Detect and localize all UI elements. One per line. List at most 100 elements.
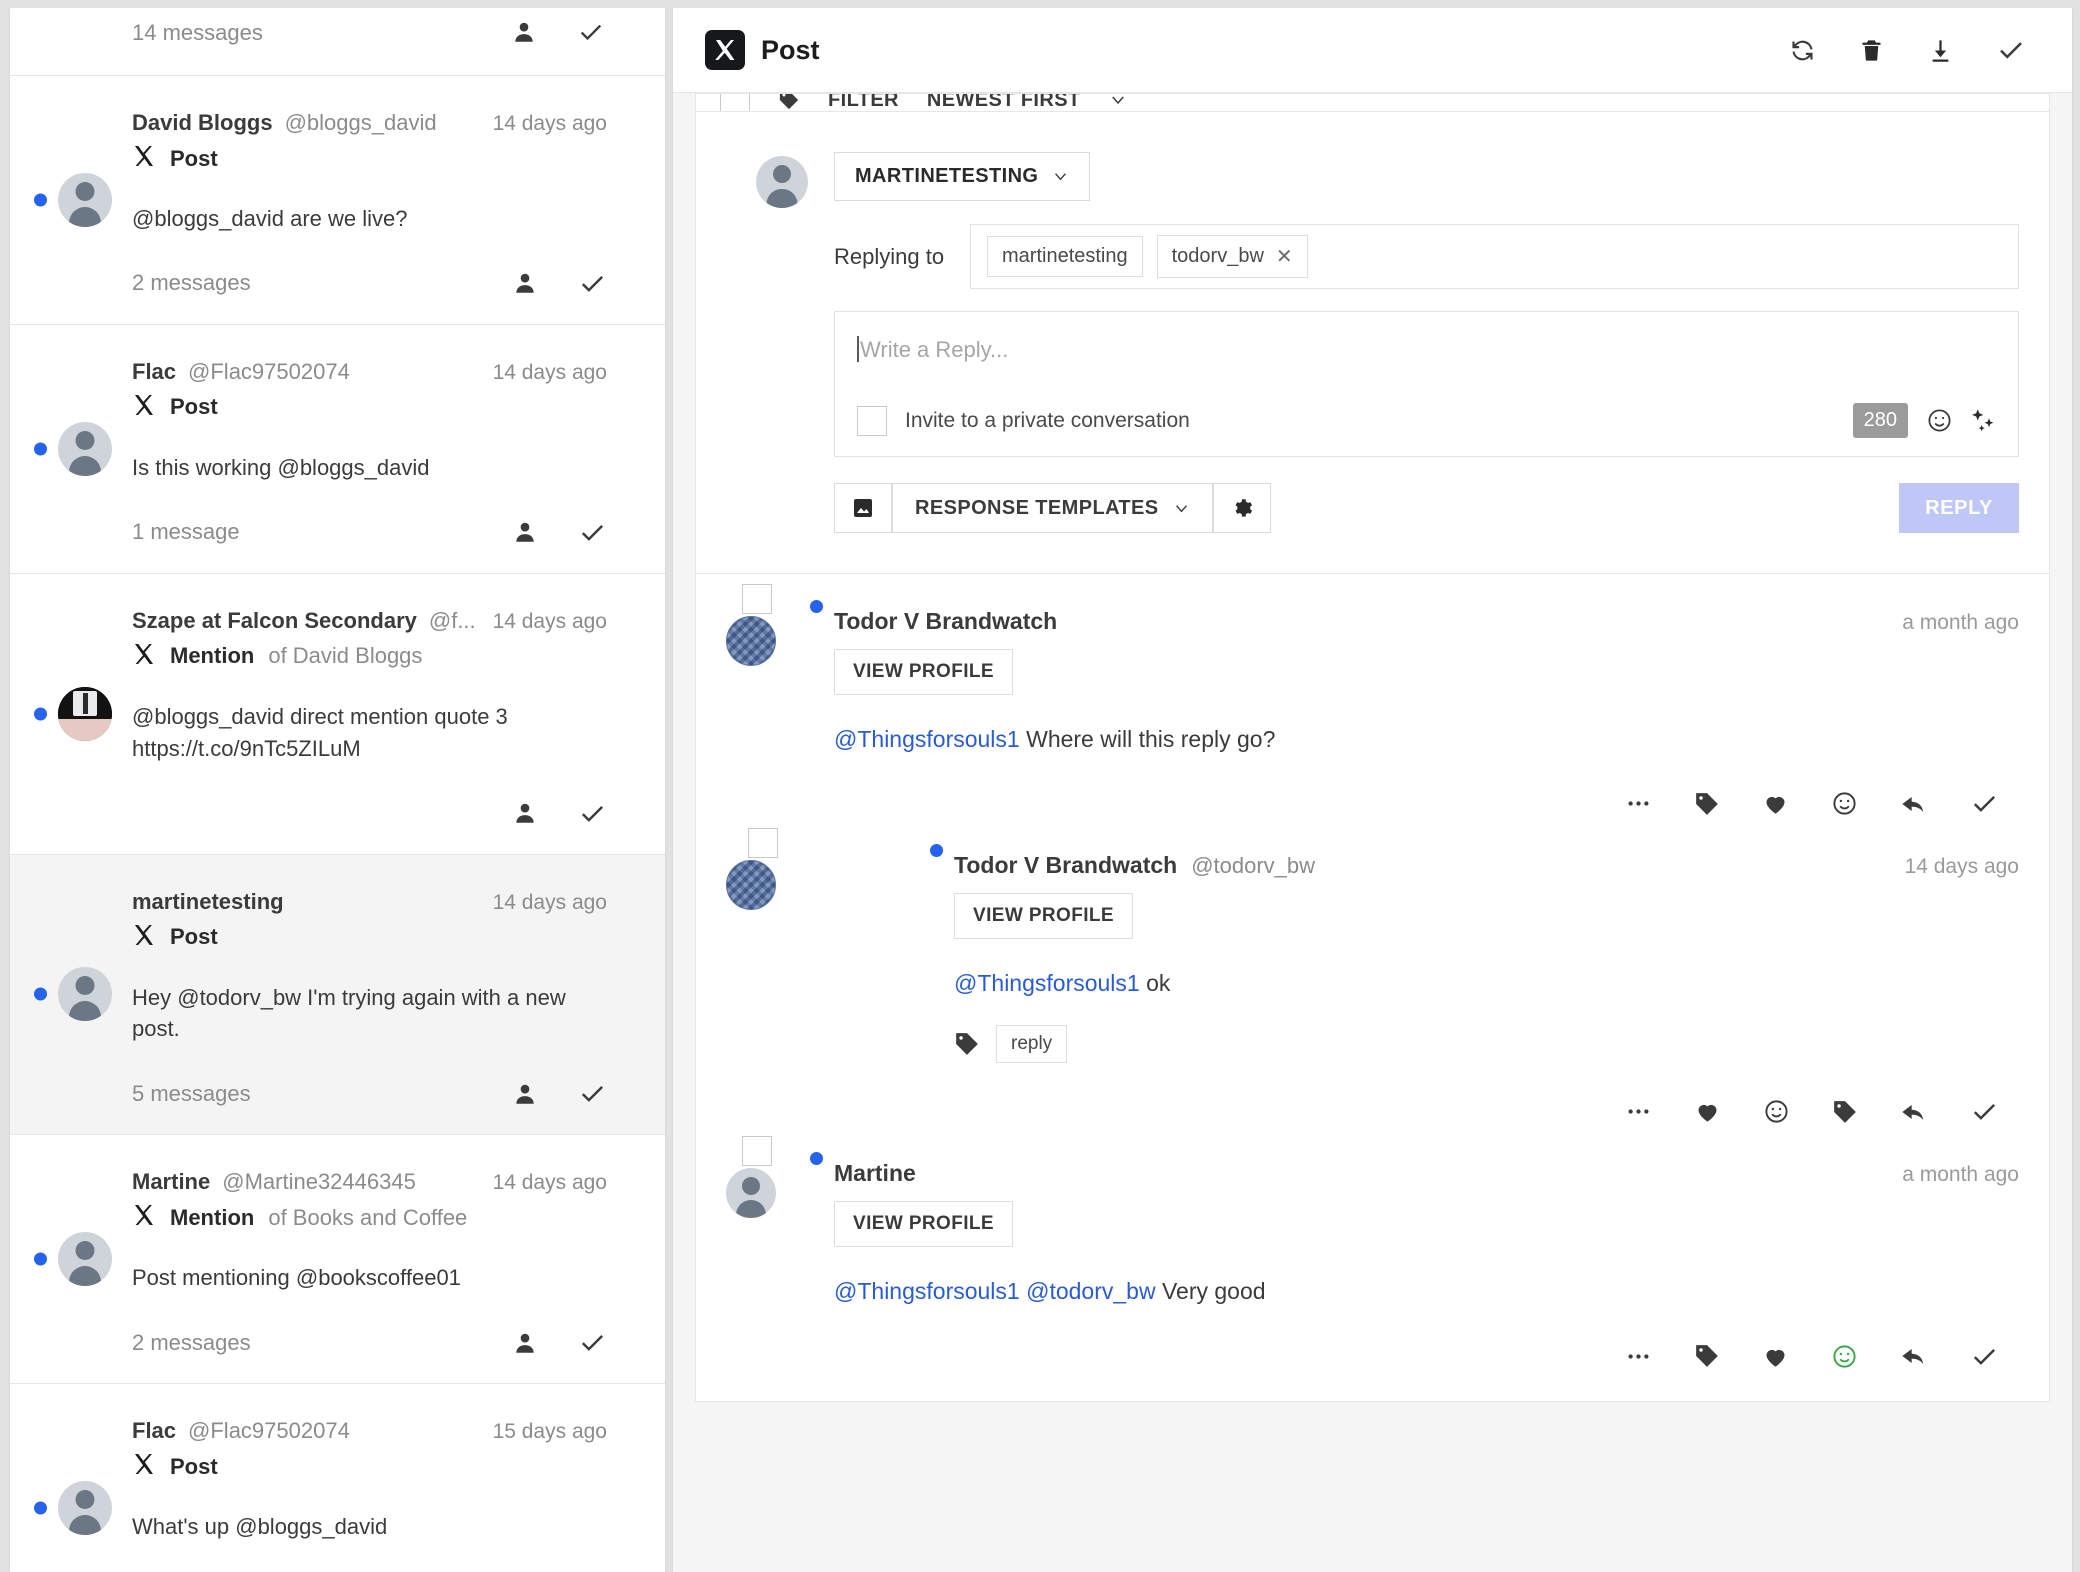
conversation-list-item[interactable]: martinetesting 14 days ago Post Hey @todorv… — [10, 854, 665, 1136]
item-type: Mention — [170, 643, 255, 669]
conversation-list-item[interactable]: Flac @Flac97502074 15 days ago Post What's u… — [10, 1384, 665, 1572]
sort-label[interactable]: NEWEST FIRST — [927, 94, 1081, 111]
item-actions — [512, 1079, 607, 1108]
tag-pill[interactable]: reply — [996, 1025, 1068, 1064]
conversation-list-item[interactable]: Martine @Martine32446345 14 days ago Mentio… — [10, 1135, 665, 1385]
view-profile-button[interactable]: VIEW PROFILE — [834, 649, 1013, 695]
response-templates-button[interactable]: RESPONSE TEMPLATES — [892, 483, 1213, 533]
more-icon[interactable] — [1625, 790, 1652, 817]
author-name: Todor V Brandwatch — [954, 852, 1178, 879]
item-actions — [512, 1328, 607, 1357]
item-header: martinetesting 14 days ago — [132, 889, 607, 915]
mention-link[interactable]: @Thingsforsouls1 — [834, 726, 1020, 752]
avatar — [726, 1168, 776, 1219]
timestamp: 14 days ago — [492, 609, 607, 633]
smiley-icon[interactable] — [1831, 790, 1858, 817]
remove-recipient-icon[interactable]: ✕ — [1276, 244, 1293, 269]
trash-icon[interactable] — [1858, 37, 1885, 64]
item-actions — [512, 799, 607, 828]
author-name: Todor V Brandwatch — [834, 608, 1058, 634]
chevron-down-icon — [1052, 168, 1069, 185]
tag-icon[interactable] — [1832, 1099, 1858, 1125]
heart-icon[interactable] — [1762, 790, 1789, 817]
assign-user-icon[interactable] — [512, 799, 538, 828]
more-icon[interactable] — [1625, 1098, 1652, 1125]
recipients-box[interactable]: martinetesting todorv_bw ✕ — [970, 224, 2019, 289]
assign-user-icon[interactable] — [512, 269, 538, 298]
message-actions — [834, 1342, 2019, 1371]
tag-icon[interactable] — [1694, 1343, 1720, 1369]
assign-user-icon[interactable] — [511, 18, 537, 46]
mark-done-icon[interactable] — [578, 1328, 607, 1357]
view-profile-button[interactable]: VIEW PROFILE — [954, 893, 1133, 940]
refresh-icon[interactable] — [1789, 37, 1816, 64]
timestamp: 14 days ago — [492, 360, 607, 384]
heart-icon[interactable] — [1694, 1098, 1721, 1125]
download-icon[interactable] — [1927, 37, 1954, 64]
assign-user-icon[interactable] — [512, 518, 538, 547]
author-name: Martine — [132, 1169, 211, 1195]
mark-done-icon[interactable] — [578, 799, 607, 828]
reply-composer: MARTINETESTING Replying to martinetestin — [695, 111, 2050, 574]
composer-fields: Replying to martinetesting todorv_bw ✕ W… — [834, 224, 2019, 533]
timestamp: 14 days ago — [492, 1171, 607, 1195]
mark-done-icon[interactable] — [578, 269, 607, 298]
author-name: Szape at Falcon Secondary — [132, 607, 417, 633]
select-all-checkbox[interactable] — [720, 94, 750, 111]
reply-icon[interactable] — [1900, 1342, 1928, 1370]
x-logo-icon — [132, 642, 156, 671]
conversation-list-item[interactable]: Flac @Flac97502074 14 days ago Post Is this … — [10, 325, 665, 574]
check-icon[interactable] — [1970, 789, 1999, 818]
tag-icon[interactable] — [1694, 791, 1720, 817]
filter-label[interactable]: FILTER — [828, 94, 899, 111]
tag-icon[interactable] — [954, 1031, 980, 1057]
reply-icon[interactable] — [1900, 790, 1928, 818]
reply-textarea[interactable]: Write a Reply... Invite to a private con… — [834, 311, 2019, 457]
x-logo-icon — [132, 393, 156, 422]
image-icon — [851, 496, 875, 520]
template-settings-button[interactable] — [1212, 483, 1271, 533]
invite-private-conversation-checkbox[interactable] — [857, 405, 887, 436]
check-icon[interactable] — [1970, 1097, 1999, 1126]
account-selector[interactable]: MARTINETESTING — [834, 152, 1091, 201]
avatar — [58, 1481, 112, 1536]
response-templates-label: RESPONSE TEMPLATES — [915, 496, 1159, 519]
view-profile-button[interactable]: VIEW PROFILE — [834, 1201, 1013, 1248]
mark-done-icon[interactable] — [578, 518, 607, 547]
message-count: 2 messages — [132, 270, 251, 296]
conversation-list-item[interactable]: Szape at Falcon Secondary @f... 14 days ag… — [10, 574, 665, 855]
message-text: @Thingsforsouls1 ok — [954, 967, 2019, 999]
tag-icon[interactable] — [778, 94, 800, 111]
mention-link[interactable]: @Thingsforsouls1 — [954, 970, 1140, 996]
more-icon[interactable] — [1625, 1343, 1652, 1370]
thread-message: Martine a month ago VIEW PROFILE @Thingsfor… — [726, 1126, 2019, 1370]
timestamp: a month ago — [1902, 1163, 2019, 1187]
assign-user-icon[interactable] — [512, 1079, 538, 1108]
message-body: Very good — [1155, 1278, 1266, 1305]
avatar — [58, 172, 112, 227]
mention-link[interactable]: @Thingsforsouls1 — [834, 1278, 1020, 1304]
x-logo-icon — [132, 1452, 156, 1481]
mark-done-icon[interactable] — [578, 1079, 607, 1108]
heart-icon[interactable] — [1762, 1343, 1789, 1370]
message-header: Martine a month ago — [834, 1160, 2019, 1187]
recipient-chip[interactable]: todorv_bw ✕ — [1156, 235, 1308, 278]
smiley-icon[interactable] — [1831, 1343, 1858, 1370]
sparkle-icon[interactable] — [1971, 407, 1998, 434]
mention-link[interactable]: @todorv_bw — [1026, 1278, 1155, 1304]
smiley-icon[interactable] — [1763, 1098, 1790, 1125]
reply-button[interactable]: REPLY — [1899, 483, 2019, 533]
app-root: 14 messages David Bloggs @bloggs_david 14 … — [0, 0, 2080, 1572]
attach-image-button[interactable] — [834, 483, 892, 533]
recipient-chip[interactable]: martinetesting — [987, 236, 1143, 277]
card-stack: FILTER NEWEST FIRST MARTINETESTING Reply… — [695, 93, 2050, 1402]
smiley-icon[interactable] — [1926, 407, 1953, 434]
chevron-down-icon[interactable] — [1109, 94, 1127, 109]
reply-icon[interactable] — [1900, 1098, 1928, 1126]
check-icon[interactable] — [1996, 35, 2026, 65]
assign-user-icon[interactable] — [512, 1328, 538, 1357]
check-icon[interactable] — [1970, 1342, 1999, 1371]
item-header: Szape at Falcon Secondary @f... 14 days ag… — [132, 608, 607, 634]
conversation-list-item[interactable]: David Bloggs @bloggs_david 14 days ago Post… — [10, 76, 665, 325]
mark-done-icon[interactable] — [577, 18, 605, 46]
